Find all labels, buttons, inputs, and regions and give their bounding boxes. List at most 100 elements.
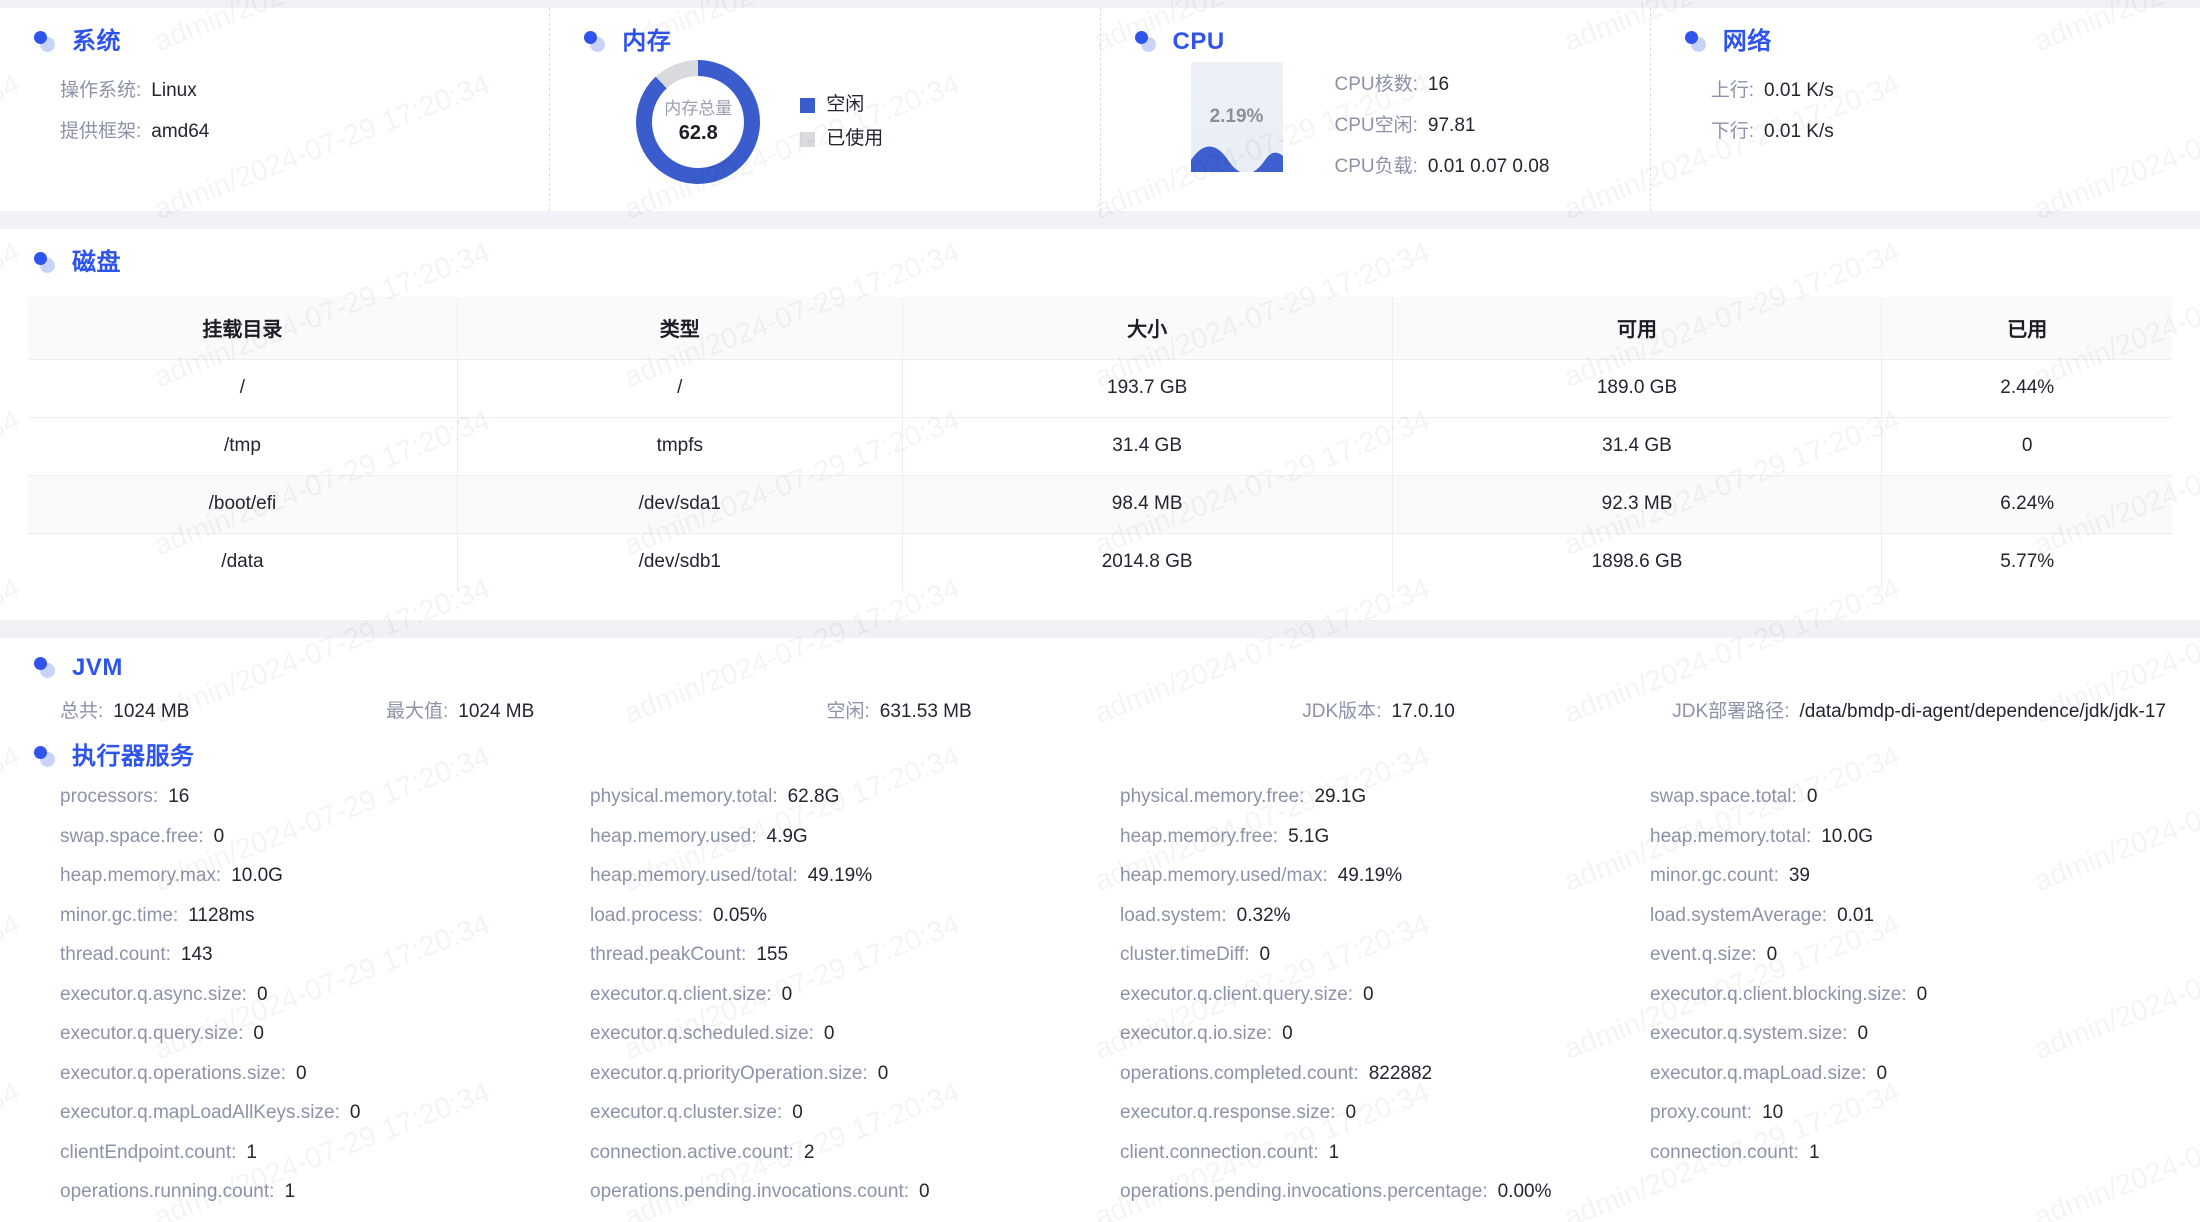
bullet-icon [34, 31, 56, 53]
network-section-header: 网络 [1651, 30, 2200, 54]
executor-metric-item: load.systemAverage: 0.01 [1650, 896, 2180, 936]
cpu-idle-row: CPU空闲: 97.81 [1335, 105, 1550, 146]
jvm-free-value: 631.53 MB [879, 701, 972, 722]
executor-metric-item: load.process: 0.05% [590, 896, 1120, 936]
executor-metric-value: 0 [877, 1062, 889, 1084]
executor-metric-value: 155 [756, 944, 789, 965]
bullet-icon [34, 657, 56, 679]
executor-metric-item: operations.running.count: 1 [60, 1172, 590, 1212]
executor-metric-item: executor.q.query.size: 0 [60, 1014, 590, 1054]
executor-metric-item: heap.memory.total: 10.0G [1650, 817, 2180, 857]
executor-metric-label: heap.memory.total: [1650, 825, 1812, 847]
executor-metric-label: client.connection.count: [1120, 1141, 1319, 1163]
disk-cell: 31.4 GB [902, 417, 1393, 476]
executor-metric-value: 1128ms [188, 904, 255, 926]
executor-metric-item: heap.memory.max: 10.0G [60, 856, 590, 896]
executor-metric-value: 0 [1259, 944, 1271, 965]
cpu-cores-row: CPU核数: 16 [1335, 64, 1550, 105]
executor-metric-label: executor.q.priorityOperation.size: [590, 1062, 868, 1084]
executor-metric-value: 143 [180, 944, 213, 965]
executor-metric-value: 0 [1876, 1062, 1888, 1084]
executor-metric-item: thread.count: 143 [60, 935, 590, 975]
network-kv-list: 上行: 0.01 K/s 下行: 0.01 K/s [1651, 70, 2200, 152]
executor-metric-label: executor.q.client.query.size: [1120, 983, 1354, 1005]
executor-metric-label: connection.active.count: [590, 1141, 794, 1163]
executor-metric-label: event.q.size: [1650, 944, 1757, 965]
executor-metric-item: executor.q.client.blocking.size: 0 [1650, 975, 2180, 1015]
executor-metric-label: physical.memory.free: [1120, 786, 1305, 807]
executor-metric-label: clientEndpoint.count: [60, 1141, 237, 1163]
network-title: 网络 [1722, 28, 1772, 55]
executor-metric-value: 62.8G [787, 786, 840, 807]
executor-metric-value: 1 [1328, 1141, 1340, 1163]
executor-metric-value: 1 [1808, 1141, 1820, 1163]
executor-metric-label: thread.count: [60, 944, 171, 965]
executor-metric-value: 0.32% [1236, 904, 1291, 926]
executor-metric-label: load.systemAverage: [1650, 904, 1828, 926]
executor-metric-value: 0.01 [1837, 904, 1875, 926]
executor-metric-item: client.connection.count: 1 [1120, 1133, 1650, 1173]
disk-table: 挂载目录 类型 大小 可用 已用 //193.7 GB 189.0 GB 2.44%/tmp… [28, 297, 2172, 591]
disk-cell: 2014.8 GB [902, 533, 1393, 591]
table-row: /data/dev/sdb1 2014.8 GB 1898.6 GB 5.77% [28, 533, 2172, 591]
table-row: /boot/efi/dev/sda1 98.4 MB 92.3 MB 6.24% [28, 475, 2172, 534]
executor-metric-value: 0 [781, 983, 793, 1005]
jvm-total-item: 总共: 1024 MB [60, 696, 386, 723]
network-up-row: 上行: 0.01 K/s [1711, 70, 2200, 111]
table-row: //193.7 GB 189.0 GB 2.44% [28, 359, 2172, 418]
executor-metric-label: executor.q.mapLoad.size: [1650, 1062, 1867, 1084]
cpu-title: CPU [1172, 28, 1225, 55]
disk-column-header: 挂载目录 [28, 297, 458, 360]
executor-metric-label: executor.q.system.size: [1650, 1023, 1848, 1044]
jvm-executor-card: JVM 总共: 1024 MB 最大值: 1024 MB 空闲: 631.53 … [0, 638, 2200, 1222]
executor-metric-value: 0 [349, 1102, 361, 1123]
executor-metric-label: physical.memory.total: [590, 786, 778, 807]
cpu-load-label: CPU负载: [1334, 156, 1418, 177]
disk-cell: /data [28, 533, 458, 591]
jvm-total-value: 1024 MB [113, 701, 190, 722]
executor-metric-label: load.process: [590, 904, 704, 926]
jvm-jdk-path-value: /data/bmdp-di-agent/dependence/jdk/jdk-1… [1799, 701, 2166, 722]
executor-metric-label: swap.space.total: [1650, 786, 1797, 807]
bullet-icon [584, 31, 606, 53]
executor-metric-item: connection.count: 1 [1650, 1133, 2180, 1173]
executor-metric-value: 0 [1766, 944, 1778, 965]
jvm-metrics-row: 总共: 1024 MB 最大值: 1024 MB 空闲: 631.53 MB J… [0, 696, 2200, 723]
executor-metrics-grid: processors: 16 swap.space.free: 0 heap.memor… [0, 777, 2200, 1212]
memory-section-header: 内存 [550, 30, 1099, 54]
system-section-header: 系统 [0, 30, 549, 54]
executor-metric-value: 2 [803, 1141, 815, 1163]
disk-title: 磁盘 [72, 249, 121, 276]
executor-metric-value: 0 [919, 1181, 930, 1202]
executor-metric-item: processors: 16 [60, 777, 590, 817]
cpu-liquid-gauge: 2.19% [1190, 62, 1283, 172]
memory-donut-label: 内存总量 [664, 99, 733, 118]
cpu-idle-label: CPU空闲: [1334, 115, 1418, 136]
system-kv-list: 操作系统: Linux 提供框架: amd64 [0, 70, 549, 152]
memory-panel: 内存 内存总量 62.8 空闲 已使用 [549, 8, 1099, 211]
disk-cell: 98.4 MB [902, 475, 1393, 534]
executor-metric-label: processors: [60, 786, 159, 807]
executor-metric-value: 49.19% [1337, 865, 1403, 886]
executor-metric-label: minor.gc.time: [60, 904, 179, 926]
system-arch-row: 提供框架: amd64 [60, 111, 549, 152]
executor-metric-item: executor.q.mapLoadAllKeys.size: 0 [60, 1093, 590, 1133]
executor-metric-label: cluster.timeDiff: [1120, 944, 1250, 965]
disk-cell: tmpfs [457, 417, 903, 476]
memory-title: 内存 [622, 28, 672, 55]
executor-metric-item: executor.q.mapLoad.size: 0 [1650, 1054, 2180, 1094]
disk-cell: /dev/sda1 [457, 475, 903, 534]
executor-metric-label: executor.q.operations.size: [60, 1062, 287, 1084]
executor-metric-item: clientEndpoint.count: 1 [60, 1133, 590, 1173]
jvm-jdk-path-item: JDK部署路径: /data/bmdp-di-agent/dependence/… [1672, 696, 2166, 723]
executor-metric-value: 10.0G [231, 865, 283, 886]
executor-metric-item: executor.q.io.size: 0 [1120, 1014, 1650, 1054]
system-os-label: 操作系统: [60, 80, 142, 101]
executor-metric-item: executor.q.async.size: 0 [60, 975, 590, 1015]
system-os-value: Linux [151, 80, 197, 101]
executor-metric-value: 10.0G [1821, 825, 1873, 847]
legend-item-free: 空闲 [800, 88, 883, 122]
executor-metric-label: operations.running.count: [60, 1181, 275, 1202]
disk-cell: 31.4 GB [1392, 417, 1883, 476]
executor-metric-label: connection.count: [1650, 1141, 1799, 1163]
